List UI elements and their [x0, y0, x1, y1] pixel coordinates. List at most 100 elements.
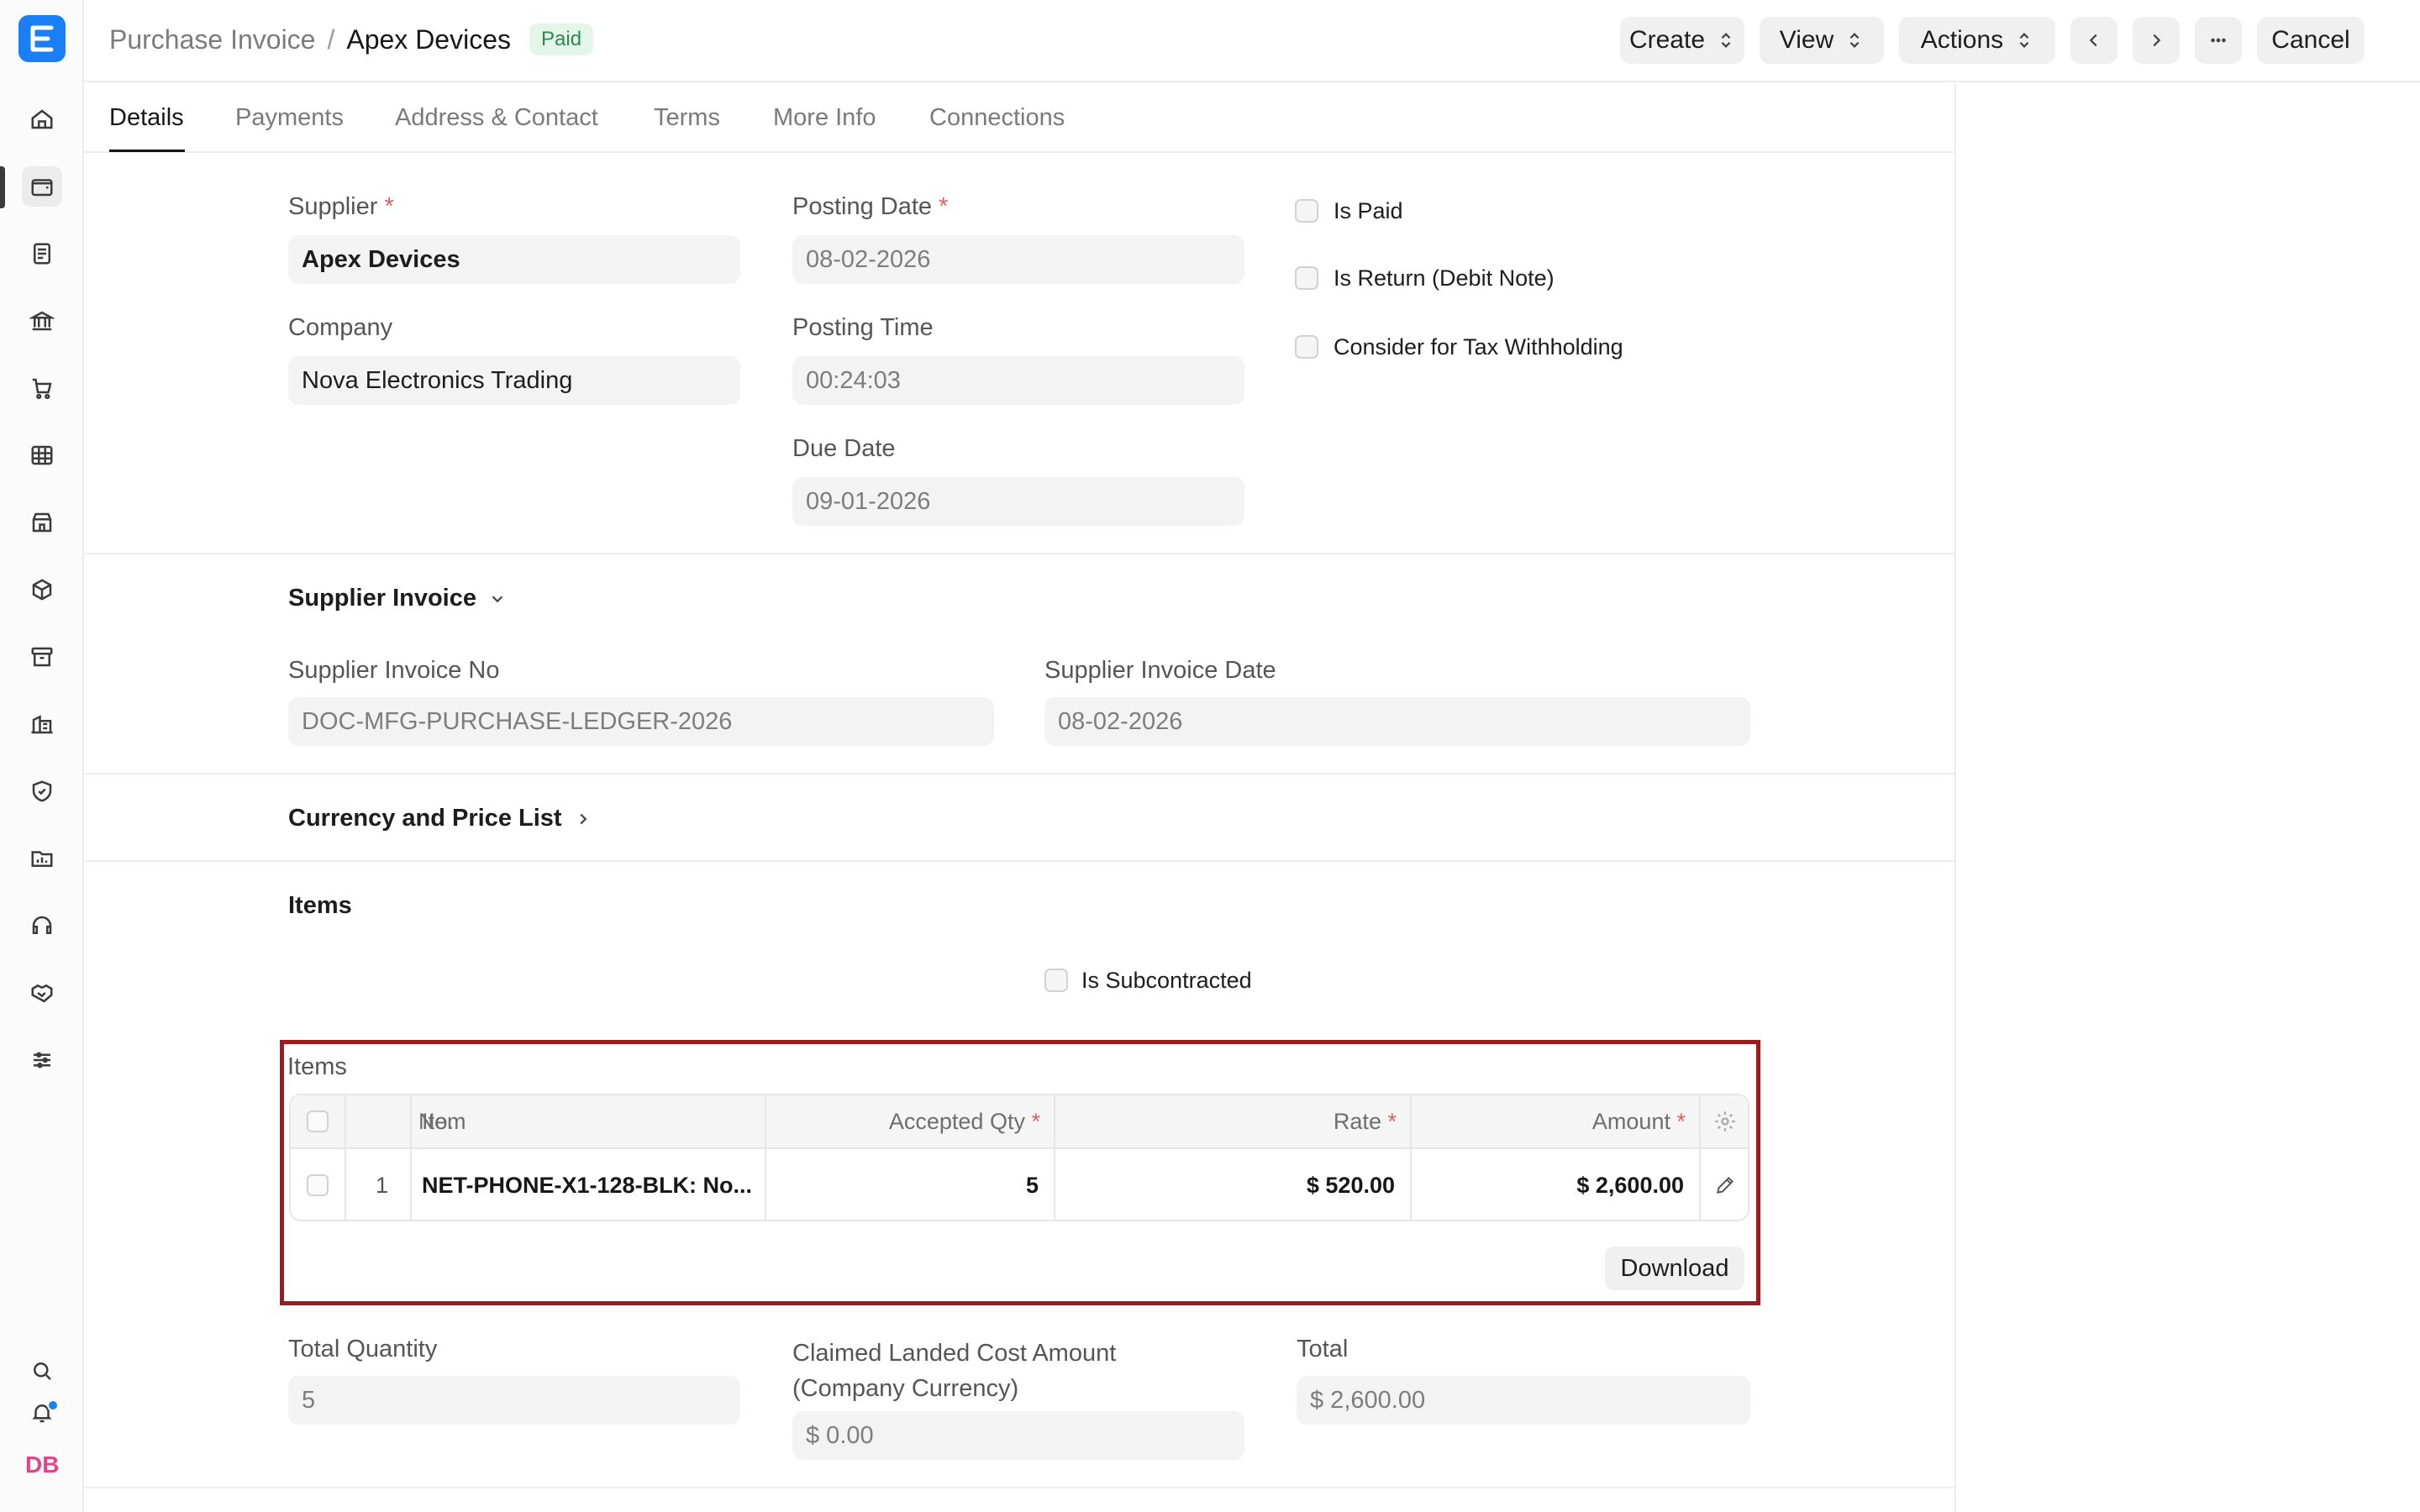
supplier-field[interactable]: Apex Devices — [288, 235, 740, 284]
currency-section-title: Currency and Price List — [288, 805, 562, 832]
search-icon[interactable] — [22, 1351, 62, 1391]
shield-icon[interactable] — [22, 771, 62, 811]
page-header: Purchase Invoice / Apex Devices Paid Cre… — [84, 0, 2420, 82]
row-checkbox[interactable] — [307, 1174, 329, 1196]
column-header-qty: Accepted Qty * — [888, 1108, 1040, 1134]
gear-icon — [1715, 1111, 1735, 1131]
tab-connections[interactable]: Connections — [929, 104, 1065, 132]
row-rate[interactable]: $ 520.00 — [1054, 1149, 1410, 1220]
row-item[interactable]: NET-PHONE-X1-128-BLK: No... — [410, 1149, 765, 1220]
supplier-invoice-no-field[interactable]: DOC-MFG-PURCHASE-LEDGER-2026 — [288, 697, 994, 746]
row-qty[interactable]: 5 — [765, 1149, 1054, 1220]
sliders-icon[interactable] — [22, 1040, 62, 1080]
building-icon[interactable] — [22, 704, 62, 744]
tab-address-contact[interactable]: Address & Contact — [395, 104, 598, 132]
section-divider — [84, 1487, 1954, 1488]
chevron-left-icon — [2089, 34, 2097, 47]
edit-row-button[interactable] — [1699, 1149, 1748, 1220]
bell-icon[interactable] — [22, 1393, 62, 1433]
chevron-updown-icon — [1721, 33, 1731, 48]
view-button[interactable]: View — [1760, 17, 1884, 64]
row-amount[interactable]: $ 2,600.00 — [1410, 1149, 1699, 1220]
breadcrumb-separator: / — [327, 24, 335, 55]
notification-dot — [47, 1399, 59, 1411]
headset-icon[interactable] — [22, 906, 62, 946]
handshake-icon[interactable] — [22, 973, 62, 1013]
total-field[interactable]: $ 2,600.00 — [1297, 1376, 1750, 1425]
due-date-field[interactable]: 09-01-2026 — [792, 477, 1244, 526]
supplier-invoice-date-field[interactable]: 08-02-2026 — [1044, 697, 1750, 746]
store-icon[interactable] — [22, 502, 62, 543]
status-badge: Paid — [529, 24, 594, 55]
app-logo[interactable] — [18, 15, 66, 62]
tab-payments[interactable]: Payments — [235, 104, 344, 132]
is-paid-label: Is Paid — [1334, 198, 1403, 223]
actions-button-label: Actions — [1920, 26, 2004, 54]
row-no: 1 — [375, 1172, 388, 1198]
is-paid-checkbox[interactable] — [1295, 199, 1318, 223]
package-icon[interactable] — [22, 570, 62, 610]
is-return-checkbox[interactable] — [1295, 266, 1318, 290]
document-icon[interactable] — [22, 234, 62, 274]
table-icon[interactable] — [22, 435, 62, 475]
posting-time-field[interactable]: 00:24:03 — [792, 356, 1244, 405]
chevron-right-icon — [580, 813, 587, 824]
cancel-button[interactable]: Cancel — [2257, 17, 2365, 64]
due-date-label: Due Date — [792, 435, 896, 462]
download-button[interactable]: Download — [1605, 1247, 1744, 1290]
total-quantity-label: Total Quantity — [288, 1336, 438, 1362]
right-panel-divider — [1954, 82, 1956, 1512]
supplier-invoice-date-label: Supplier Invoice Date — [1044, 657, 1276, 684]
is-subcontracted-checkbox[interactable] — [1044, 969, 1068, 992]
next-button[interactable] — [2133, 17, 2180, 64]
view-button-label: View — [1779, 26, 1834, 54]
items-table-label: Items — [287, 1053, 347, 1080]
previous-button[interactable] — [2070, 17, 2118, 64]
wallet-icon[interactable] — [22, 166, 62, 207]
more-options-button[interactable] — [2195, 17, 2242, 64]
row-select-cell — [291, 1149, 345, 1220]
supplier-label: Supplier * — [288, 193, 394, 220]
posting-date-label: Posting Date * — [792, 193, 949, 220]
avatar[interactable]: DB — [25, 1452, 59, 1478]
is-subcontracted-label: Is Subcontracted — [1081, 968, 1252, 993]
tab-bar: Details Payments Address & Contact Terms… — [84, 82, 1954, 153]
items-section-title: Items — [288, 892, 352, 919]
actions-button[interactable]: Actions — [1899, 17, 2055, 64]
tab-details[interactable]: Details — [109, 104, 184, 132]
create-button[interactable]: Create — [1620, 17, 1744, 64]
posting-date-field[interactable]: 08-02-2026 — [792, 235, 1244, 284]
table-row[interactable]: 1 NET-PHONE-X1-128-BLK: No... 5 $ 520.00… — [291, 1149, 1748, 1220]
tab-terms[interactable]: Terms — [654, 104, 720, 132]
chevron-right-icon — [2153, 34, 2161, 47]
currency-section-toggle[interactable]: Currency and Price List — [288, 805, 592, 832]
section-divider — [84, 553, 1954, 554]
tax-withholding-label: Consider for Tax Withholding — [1334, 334, 1623, 360]
chevron-updown-icon — [1849, 33, 1860, 48]
bank-icon[interactable] — [22, 301, 62, 341]
folder-chart-icon[interactable] — [22, 838, 62, 879]
home-icon[interactable] — [22, 99, 62, 139]
chevron-updown-icon — [2019, 33, 2029, 48]
breadcrumb-parent[interactable]: Purchase Invoice — [109, 24, 315, 55]
tab-more-info[interactable]: More Info — [773, 104, 876, 132]
select-all-cell — [291, 1095, 345, 1147]
landed-cost-field[interactable]: $ 0.00 — [792, 1411, 1244, 1460]
page-title: Apex Devices — [346, 24, 511, 55]
is-return-label: Is Return (Debit Note) — [1334, 265, 1555, 291]
supplier-invoice-section-toggle[interactable]: Supplier Invoice — [288, 585, 507, 612]
archive-icon[interactable] — [22, 637, 62, 677]
select-all-checkbox[interactable] — [307, 1110, 329, 1132]
active-tab-indicator — [109, 150, 185, 152]
tax-withholding-checkbox[interactable] — [1295, 335, 1318, 359]
total-quantity-field[interactable]: 5 — [288, 1376, 740, 1425]
company-field[interactable]: Nova Electronics Trading — [288, 356, 740, 405]
section-divider — [84, 773, 1954, 774]
company-label: Company — [288, 314, 393, 341]
logo-icon — [30, 25, 54, 52]
column-settings-button[interactable] — [1699, 1095, 1748, 1147]
sidebar: DB — [0, 0, 84, 1512]
total-label: Total — [1297, 1336, 1349, 1362]
cart-icon[interactable] — [22, 368, 62, 408]
app-root: DB Purchase Invoice / Apex Devices Paid … — [0, 0, 2420, 1512]
